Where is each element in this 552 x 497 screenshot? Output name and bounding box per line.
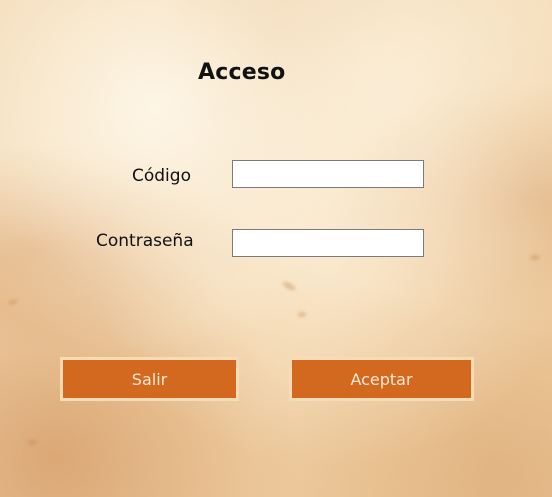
background-stain — [281, 279, 297, 293]
background-stain — [298, 312, 306, 317]
background-stain — [530, 255, 540, 260]
exit-button-label: Salir — [131, 369, 168, 389]
code-input[interactable] — [232, 160, 424, 188]
code-label: Código — [132, 166, 191, 186]
password-input[interactable] — [232, 229, 424, 257]
password-label: Contraseña — [96, 231, 194, 251]
exit-button[interactable]: Salir — [60, 357, 239, 401]
accept-button[interactable]: Aceptar — [289, 357, 474, 401]
accept-button-label: Aceptar — [350, 369, 413, 389]
page-title: Acceso — [198, 60, 286, 85]
background-stain — [28, 440, 37, 445]
background-stain — [7, 298, 19, 306]
